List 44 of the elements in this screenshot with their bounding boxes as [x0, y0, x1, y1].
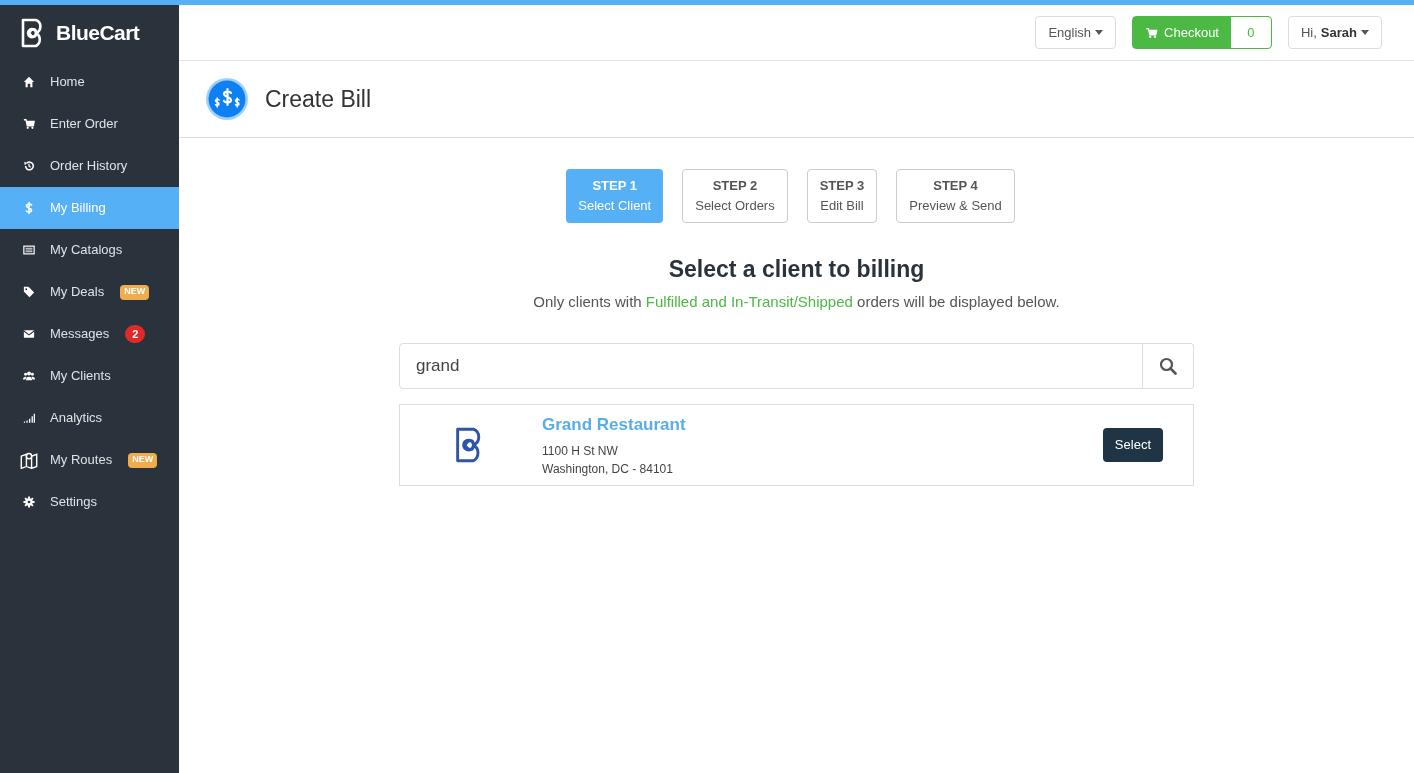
sidebar-item[interactable]: Home [0, 61, 179, 103]
section-heading: Select a client to billing [668, 255, 925, 284]
instruction-text: Only clients with Fulfilled and In-Transit/Shipped orders will be displayed below. [533, 291, 1060, 312]
caret-icon [1095, 30, 1104, 35]
sidebar-item[interactable]: Order History [0, 145, 179, 187]
dollar-icon [23, 202, 35, 214]
count-badge: 2 [125, 325, 146, 343]
sidebar-item[interactable]: My Catalogs [0, 229, 179, 271]
dollar-coin-icon [205, 77, 249, 121]
search-icon [1159, 357, 1177, 375]
sidebar-item[interactable]: My Routes NEW [0, 439, 179, 481]
cart-icon [23, 118, 35, 130]
map-icon [20, 451, 38, 469]
language-dropdown[interactable]: English [1035, 16, 1117, 49]
cart-count: 0 [1246, 23, 1256, 42]
new-badge: NEW [128, 452, 158, 468]
sidebar-item[interactable]: Settings [0, 481, 179, 523]
step-tab[interactable]: STEP 2 Select Orders [682, 169, 788, 223]
page-title: Create Bill [265, 84, 372, 114]
envelope-icon [23, 328, 35, 340]
settings-icon [23, 496, 35, 508]
brand-name: BlueCart [56, 20, 140, 47]
sidebar-item[interactable]: My Deals NEW [0, 271, 179, 313]
new-badge: NEW [120, 284, 150, 300]
client-search-field[interactable]: grand [399, 343, 1143, 389]
signal-bars-icon [23, 412, 35, 424]
tag-icon [23, 286, 35, 298]
home-icon [23, 76, 35, 88]
sidebar-item[interactable]: Enter Order [0, 103, 179, 145]
search-button[interactable] [1143, 343, 1194, 389]
sidebar-item[interactable]: Analytics [0, 397, 179, 439]
cart-icon [1145, 26, 1159, 39]
sidebar-item[interactable]: Messages 2 [0, 313, 179, 355]
step-tab[interactable]: STEP 3 Edit Bill [806, 169, 878, 223]
user-menu[interactable]: Hi, Sarah [1287, 16, 1382, 49]
select-button[interactable]: Select [1102, 428, 1163, 462]
catalog-icon [23, 244, 35, 256]
history-icon [23, 160, 35, 172]
caret-icon [1361, 30, 1369, 35]
client-address: 1100 H St NW [542, 442, 619, 460]
sidebar-item[interactable]: My Clients [0, 355, 179, 397]
users-icon [23, 370, 35, 382]
client-city: Washington, DC - 84101 [542, 460, 674, 478]
step-tab[interactable]: STEP 4 Preview & Send [896, 169, 1015, 223]
